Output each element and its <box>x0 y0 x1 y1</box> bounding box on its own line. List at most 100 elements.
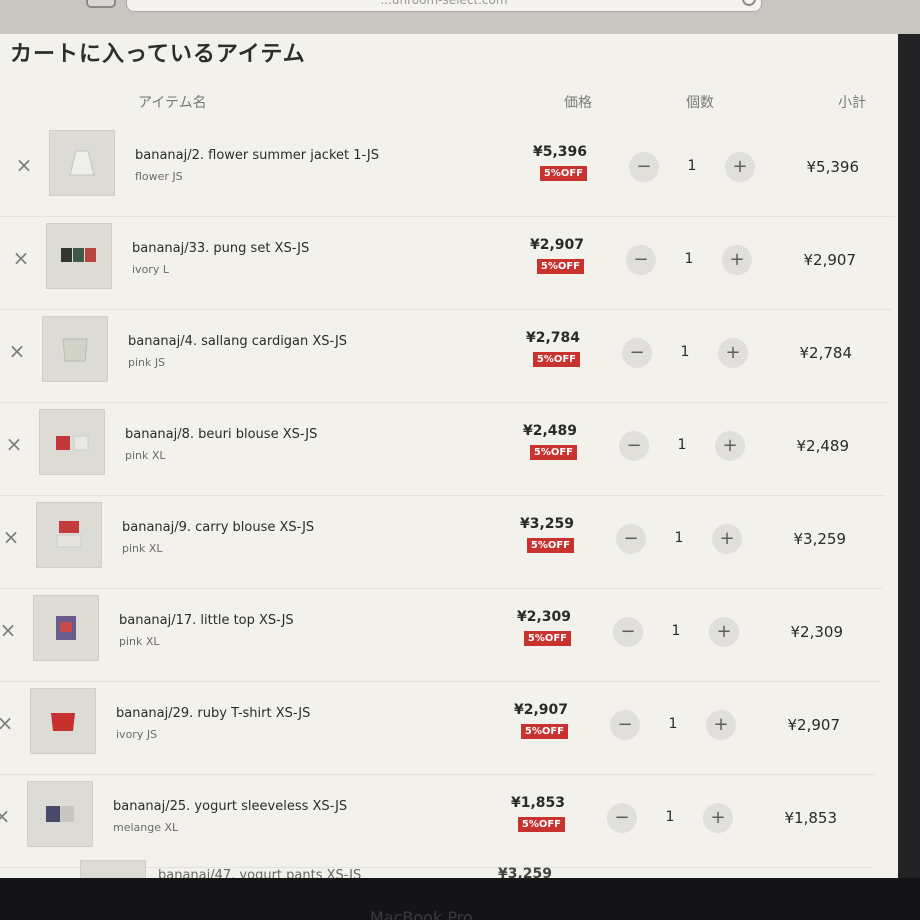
product-thumbnail[interactable] <box>39 409 105 475</box>
discount-badge: 5%OFF <box>520 724 568 739</box>
product-thumbnail[interactable] <box>46 223 112 289</box>
discount-badge: 5%OFF <box>526 538 574 553</box>
item-subtotal: ¥3,259 <box>793 530 847 548</box>
item-price: ¥2,907 <box>529 237 584 253</box>
increase-quantity-button[interactable]: + <box>703 803 733 833</box>
laptop-bezel: MacBook Pro <box>0 878 920 920</box>
item-price: ¥1,853 <box>510 795 565 811</box>
product-thumbnail[interactable] <box>33 595 99 661</box>
cart-page: カートに入っているアイテム アイテム名 価格 個数 小計 × bananaj/2… <box>0 34 898 880</box>
item-name[interactable]: bananaj/2. flower summer jacket 1-JS <box>135 148 379 163</box>
quantity-value: 1 <box>677 437 687 453</box>
cart-item-row: × bananaj/29. ruby T-shirt XS-JS ivory J… <box>0 682 876 775</box>
item-name[interactable]: bananaj/8. beuri blouse XS-JS <box>125 427 317 442</box>
item-subtotal: ¥2,489 <box>796 437 850 455</box>
item-variant: ivory L <box>132 263 169 276</box>
column-header-subtotal: 小計 <box>838 95 866 111</box>
increase-quantity-button[interactable]: + <box>712 524 742 554</box>
item-variant: pink XL <box>125 449 166 462</box>
item-name[interactable]: bananaj/4. sallang cardigan XS-JS <box>128 334 347 349</box>
remove-item-icon[interactable]: × <box>13 154 35 176</box>
decrease-quantity-button[interactable]: − <box>610 710 640 740</box>
page-title: カートに入っているアイテム <box>10 42 306 67</box>
discount-badge: 5%OFF <box>536 259 584 274</box>
increase-quantity-button[interactable]: + <box>709 617 739 647</box>
item-variant: pink XL <box>119 635 160 648</box>
discount-badge: 5%OFF <box>517 817 565 832</box>
product-thumbnail[interactable] <box>30 688 96 754</box>
item-subtotal: ¥2,907 <box>787 716 841 734</box>
item-subtotal: ¥2,784 <box>799 344 853 362</box>
increase-quantity-button[interactable]: + <box>718 338 748 368</box>
decrease-quantity-button[interactable]: − <box>626 245 656 275</box>
cart-item-list: × bananaj/2. flower summer jacket 1-JS f… <box>0 124 898 868</box>
product-thumbnail[interactable] <box>49 130 115 196</box>
item-variant: flower JS <box>135 170 183 183</box>
address-bar[interactable]: ...unroom-select.com <box>126 0 762 12</box>
item-price: ¥3,259 <box>519 516 574 532</box>
product-thumbnail[interactable] <box>27 781 93 847</box>
remove-item-icon[interactable]: × <box>10 247 32 269</box>
cart-item-row: × bananaj/33. pung set XS-JS ivory L ¥2,… <box>0 217 892 310</box>
item-price: ¥2,489 <box>522 423 577 439</box>
quantity-value: 1 <box>687 158 697 174</box>
tab-overview-button[interactable] <box>86 0 116 8</box>
quantity-value: 1 <box>671 623 681 639</box>
item-variant: melange XL <box>113 821 179 834</box>
increase-quantity-button[interactable]: + <box>706 710 736 740</box>
quantity-value: 1 <box>684 251 694 267</box>
item-name[interactable]: bananaj/17. little top XS-JS <box>119 613 294 628</box>
remove-item-icon[interactable]: × <box>0 712 16 734</box>
item-variant: pink JS <box>128 356 166 369</box>
device-label: MacBook Pro <box>370 908 473 920</box>
increase-quantity-button[interactable]: + <box>722 245 752 275</box>
item-name[interactable]: bananaj/9. carry blouse XS-JS <box>122 520 314 535</box>
decrease-quantity-button[interactable]: − <box>613 617 643 647</box>
product-thumbnail[interactable] <box>80 860 146 880</box>
increase-quantity-button[interactable]: + <box>725 152 755 182</box>
remove-item-icon[interactable]: × <box>6 340 28 362</box>
cart-item-row: × bananaj/25. yogurt sleeveless XS-JS me… <box>0 775 873 868</box>
item-price: ¥2,907 <box>513 702 568 718</box>
column-header-item: アイテム名 <box>138 95 207 111</box>
remove-item-icon[interactable]: × <box>0 805 13 827</box>
discount-badge: 5%OFF <box>539 166 587 181</box>
discount-badge: 5%OFF <box>523 631 571 646</box>
increase-quantity-button[interactable]: + <box>715 431 745 461</box>
column-header-price: 価格 <box>564 95 592 111</box>
column-header-quantity: 個数 <box>686 95 714 111</box>
cart-item-row: × bananaj/2. flower summer jacket 1-JS f… <box>0 124 895 217</box>
discount-badge: 5%OFF <box>532 352 580 367</box>
item-subtotal: ¥2,907 <box>803 251 857 269</box>
cart-item-row: × bananaj/4. sallang cardigan XS-JS pink… <box>0 310 888 403</box>
discount-badge: 5%OFF <box>529 445 577 460</box>
product-thumbnail[interactable] <box>42 316 108 382</box>
item-variant: pink XL <box>122 542 163 555</box>
decrease-quantity-button[interactable]: − <box>607 803 637 833</box>
item-name[interactable]: bananaj/25. yogurt sleeveless XS-JS <box>113 799 347 814</box>
item-subtotal: ¥5,396 <box>806 158 860 176</box>
item-price: ¥2,784 <box>525 330 580 346</box>
cart-item-row: × bananaj/17. little top XS-JS pink XL ¥… <box>0 589 879 682</box>
remove-item-icon[interactable]: × <box>0 619 19 641</box>
item-price: ¥5,396 <box>532 144 587 160</box>
item-subtotal: ¥1,853 <box>784 809 838 827</box>
quantity-value: 1 <box>674 530 684 546</box>
background-edge <box>898 34 920 920</box>
remove-item-icon[interactable]: × <box>3 433 25 455</box>
item-name[interactable]: bananaj/29. ruby T-shirt XS-JS <box>116 706 310 721</box>
remove-item-icon[interactable]: × <box>0 526 22 548</box>
item-variant: ivory JS <box>116 728 158 741</box>
decrease-quantity-button[interactable]: − <box>622 338 652 368</box>
item-name[interactable]: bananaj/33. pung set XS-JS <box>132 241 309 256</box>
item-price: ¥2,309 <box>516 609 571 625</box>
decrease-quantity-button[interactable]: − <box>629 152 659 182</box>
quantity-value: 1 <box>680 344 690 360</box>
decrease-quantity-button[interactable]: − <box>616 524 646 554</box>
quantity-value: 1 <box>665 809 675 825</box>
product-thumbnail[interactable] <box>36 502 102 568</box>
cart-item-row: × bananaj/8. beuri blouse XS-JS pink XL … <box>0 403 885 496</box>
item-subtotal: ¥2,309 <box>790 623 844 641</box>
decrease-quantity-button[interactable]: − <box>619 431 649 461</box>
quantity-value: 1 <box>668 716 678 732</box>
